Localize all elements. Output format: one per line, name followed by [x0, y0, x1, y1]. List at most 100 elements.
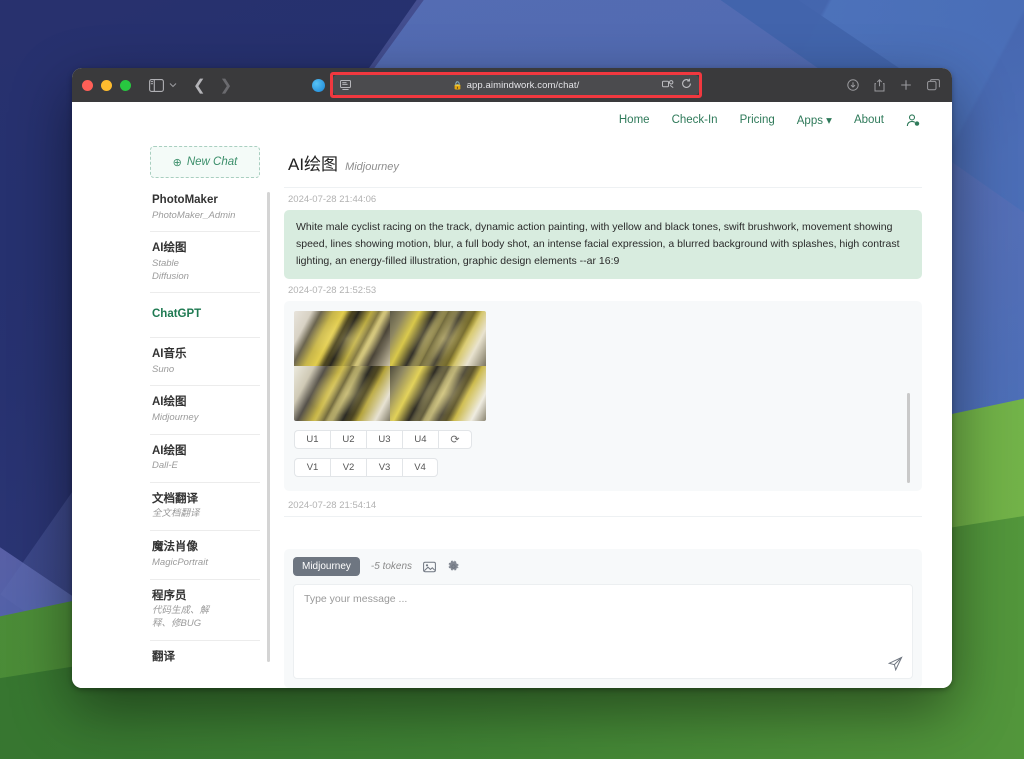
list-item-title: 魔法肖像 [152, 541, 198, 554]
toolbar-right-actions[interactable] [847, 78, 940, 92]
upscale-button-u1[interactable]: U1 [294, 430, 330, 449]
message-timestamp: 2024-07-28 21:44:06 [288, 194, 377, 205]
reload-icon[interactable] [681, 76, 692, 94]
list-item-title: AI绘图 [152, 396, 187, 409]
extension-icon[interactable] [662, 76, 674, 94]
variation-button-v4[interactable]: V4 [402, 458, 438, 477]
list-item-title: PhotoMaker [152, 194, 218, 206]
list-item-title: 文档翻译 [152, 492, 198, 505]
list-item-title: 翻译 [152, 650, 175, 663]
browser-window: ❮ ❯ 🔒 app.aimindwork.com/chat/ Home Chec… [72, 68, 952, 688]
variation-button-row: V1 V2 V3 V4 [294, 458, 912, 477]
url-display: 🔒 app.aimindwork.com/chat/ [333, 80, 699, 91]
nav-arrows[interactable]: ❮ ❯ [193, 78, 232, 93]
token-cost-label: -5 tokens [370, 561, 413, 572]
chat-message-list[interactable]: 2024-07-28 21:44:06 White male cyclist r… [284, 188, 922, 543]
list-item-subtitle: MagicPortrait [152, 556, 208, 568]
url-bar-highlight: 🔒 app.aimindwork.com/chat/ [330, 72, 702, 98]
minimize-window-button[interactable] [101, 79, 112, 91]
user-account-icon[interactable] [906, 113, 920, 127]
url-text: app.aimindwork.com/chat/ [466, 79, 580, 91]
site-navbar: Home Check-In Pricing Apps ▾ About [72, 102, 952, 138]
new-chat-label: New Chat [186, 156, 238, 168]
image-upload-icon[interactable] [423, 561, 436, 573]
chat-sidebar: ⊕ New Chat PhotoMaker PhotoMaker_Admin A… [150, 146, 272, 688]
back-arrow-icon[interactable]: ❮ [193, 78, 206, 93]
sidebar-item-doc-translate[interactable]: 文档翻译 全文档翻译 [150, 483, 260, 532]
generated-image-1[interactable] [294, 311, 390, 366]
share-icon[interactable] [874, 78, 885, 92]
list-item-subtitle: Midjourney [152, 411, 199, 423]
model-badge[interactable]: Midjourney [293, 557, 360, 576]
nav-link-apps[interactable]: Apps ▾ [797, 113, 832, 127]
chat-title: AI绘图 [288, 155, 339, 174]
sidebar-toggle-icon[interactable] [149, 78, 164, 92]
generated-image-grid[interactable] [294, 311, 486, 421]
new-tab-icon[interactable] [900, 79, 912, 91]
assistant-message-bubble: U1 U2 U3 U4 ⟳ V1 V2 V3 V4 [284, 301, 922, 491]
chevron-down-icon[interactable] [169, 82, 177, 88]
browser-titlebar: ❮ ❯ 🔒 app.aimindwork.com/chat/ [72, 68, 952, 102]
web-page: Home Check-In Pricing Apps ▾ About ⊕ New… [72, 102, 952, 688]
upscale-button-u4[interactable]: U4 [402, 430, 438, 449]
forward-arrow-icon: ❯ [219, 76, 233, 94]
tab-favicon-1[interactable] [312, 78, 326, 92]
message-input-wrapper[interactable]: Type your message ... [293, 584, 913, 679]
user-message-bubble: White male cyclist racing on the track, … [284, 210, 922, 279]
list-item-title: 程序员 [152, 589, 187, 602]
nav-link-checkin[interactable]: Check-In [672, 114, 718, 126]
list-item-title: ChatGPT [152, 308, 202, 321]
generated-image-2[interactable] [390, 311, 486, 366]
plus-circle-icon: ⊕ [172, 156, 182, 169]
url-bar[interactable]: 🔒 app.aimindwork.com/chat/ [333, 75, 699, 95]
sidebar-item-chatgpt[interactable]: ChatGPT [150, 293, 260, 338]
nav-link-home[interactable]: Home [619, 114, 650, 126]
sidebar-item-midjourney[interactable]: AI绘图 Midjourney [150, 386, 260, 435]
window-controls[interactable] [82, 79, 131, 91]
upscale-button-row: U1 U2 U3 U4 ⟳ [294, 430, 912, 449]
send-icon[interactable] [888, 656, 903, 671]
list-item-subtitle: Dall-E [152, 460, 178, 472]
list-item-subtitle: Suno [152, 363, 175, 375]
nav-link-about[interactable]: About [854, 114, 884, 126]
list-item-title: AI绘图 [152, 444, 187, 457]
variation-button-v2[interactable]: V2 [330, 458, 366, 477]
close-window-button[interactable] [82, 79, 93, 91]
sidebar-scrollbar[interactable] [267, 192, 270, 662]
maximize-window-button[interactable] [120, 79, 131, 91]
page-body: ⊕ New Chat PhotoMaker PhotoMaker_Admin A… [72, 138, 952, 688]
page-title: AI绘图 Midjourney [284, 146, 922, 187]
url-bar-actions[interactable] [662, 76, 692, 94]
tab-overview-icon[interactable] [927, 79, 940, 91]
sidebar-item-dalle[interactable]: AI绘图 Dall-E [150, 435, 260, 483]
list-item-subtitle: 代码生成、解释、修BUG [152, 605, 210, 629]
variation-button-v3[interactable]: V3 [366, 458, 402, 477]
sidebar-item-stable-diffusion[interactable]: AI绘图 Stable Diffusion [150, 232, 260, 294]
upscale-button-u2[interactable]: U2 [330, 430, 366, 449]
generated-image-4[interactable] [390, 366, 486, 421]
message-input-placeholder[interactable]: Type your message ... [304, 593, 902, 605]
list-item-subtitle: 全文档翻译 [152, 508, 200, 520]
sidebar-item-photomaker[interactable]: PhotoMaker PhotoMaker_Admin [150, 184, 260, 233]
divider [284, 516, 922, 517]
download-icon[interactable] [847, 79, 859, 91]
variation-button-v1[interactable]: V1 [294, 458, 330, 477]
list-item-title: AI绘图 [152, 242, 187, 255]
generated-image-3[interactable] [294, 366, 390, 421]
reader-view-icon[interactable] [340, 80, 351, 90]
new-chat-button[interactable]: ⊕ New Chat [150, 146, 260, 178]
sidebar-item-suno[interactable]: AI音乐 Suno [150, 338, 260, 387]
chat-main-column: AI绘图 Midjourney 2024-07-28 21:44:06 Whit… [272, 138, 952, 688]
nav-link-pricing[interactable]: Pricing [740, 114, 775, 126]
upscale-button-u3[interactable]: U3 [366, 430, 402, 449]
chat-subtitle: Midjourney [345, 161, 399, 173]
gear-icon[interactable] [447, 560, 460, 573]
message-composer: Midjourney -5 tokens Type your message .… [284, 549, 922, 688]
sidebar-item-magicportrait[interactable]: 魔法肖像 MagicPortrait [150, 531, 260, 580]
reroll-icon[interactable]: ⟳ [438, 430, 472, 449]
message-text: White male cyclist racing on the track, … [296, 221, 900, 267]
sidebar-item-programmer[interactable]: 程序员 代码生成、解释、修BUG [150, 580, 260, 641]
chat-sidebar-column: ⊕ New Chat PhotoMaker PhotoMaker_Admin A… [72, 138, 272, 688]
chat-scrollbar[interactable] [907, 393, 910, 483]
sidebar-item-translate[interactable]: 翻译 [150, 641, 260, 675]
